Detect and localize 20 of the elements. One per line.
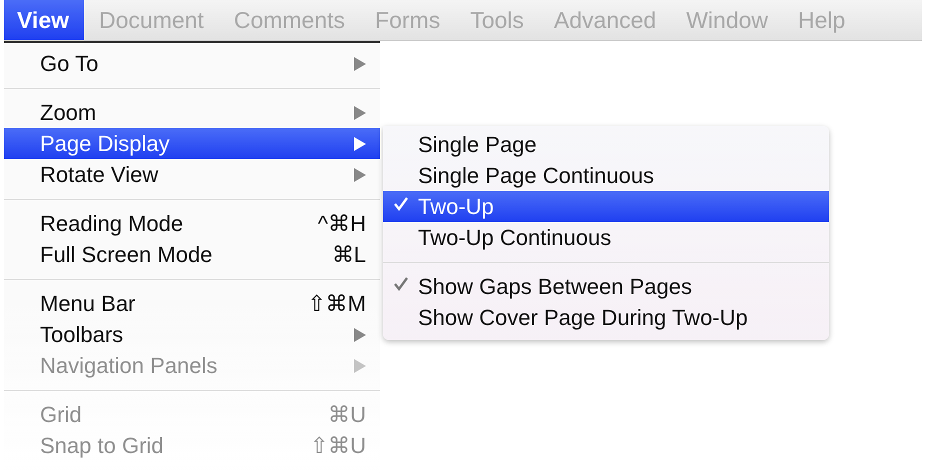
menu-item[interactable]: Two-Up: [383, 191, 829, 222]
menu-item[interactable]: Single Page Continuous: [383, 160, 829, 191]
menu-item[interactable]: Rotate View: [4, 159, 380, 190]
menu-title[interactable]: View: [4, 0, 84, 40]
menu-item[interactable]: Go To: [4, 48, 380, 79]
menu-item[interactable]: Show Cover Page During Two-Up: [383, 302, 829, 333]
shortcut-label: ⇧⌘U: [310, 432, 366, 458]
menu-item[interactable]: Zoom: [4, 97, 380, 128]
menu-item[interactable]: Two-Up Continuous: [383, 222, 829, 253]
menu-item[interactable]: Show Gaps Between Pages: [383, 271, 829, 302]
shortcut-label: ⌘U: [328, 402, 366, 428]
menu-item[interactable]: Full Screen Mode ⌘L: [4, 239, 380, 270]
menu-item[interactable]: Toolbars: [4, 319, 380, 350]
menu-item[interactable]: Reading Mode ^⌘H: [4, 208, 380, 239]
menu-item[interactable]: Menu Bar ⇧⌘M: [4, 288, 380, 319]
shortcut-label: ⌘L: [332, 242, 366, 268]
shortcut-label: ⇧⌘M: [308, 290, 366, 316]
shortcut-label: ^⌘H: [318, 210, 366, 236]
menu-item[interactable]: Single Page: [383, 129, 829, 160]
menu-item[interactable]: Page Display: [4, 128, 380, 159]
